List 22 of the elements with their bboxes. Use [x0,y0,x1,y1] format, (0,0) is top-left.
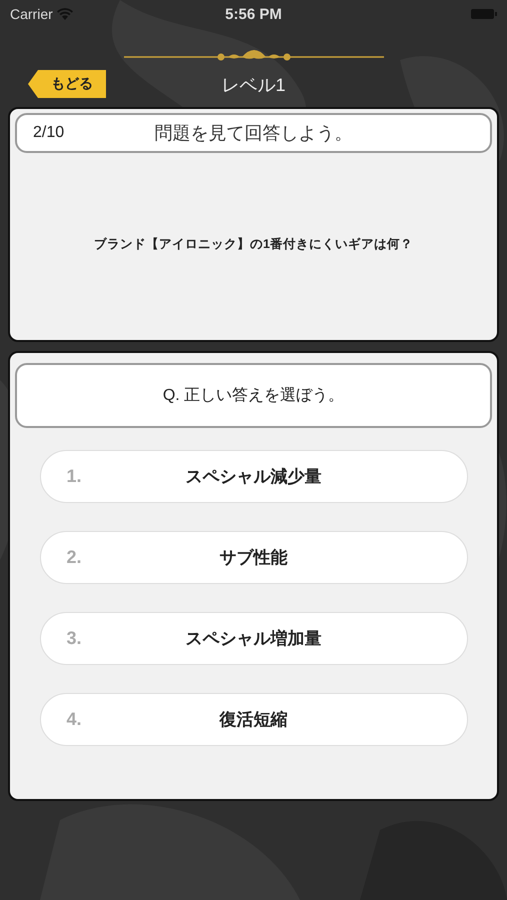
option-number: 1. [66,466,82,487]
progress-counter: 2/10 [33,124,64,142]
option-number: 2. [66,547,82,568]
option-label: スペシャル増加量 [186,628,322,650]
carrier-label: Carrier [10,6,53,22]
battery-icon [470,9,497,19]
instruction-text: 問題を見て回答しよう。 [154,122,352,145]
status-time: 5:56 PM [225,6,282,22]
option-number: 3. [66,628,82,649]
back-button[interactable]: もどる [28,70,106,98]
answer-option[interactable]: 2. サブ性能 [40,531,468,584]
option-label: スペシャル減少量 [186,466,322,488]
answer-option[interactable]: 1. スペシャル減少量 [40,450,468,503]
question-text: ブランド【アイロニック】の1番付きにくいギアは何？ [94,236,413,253]
wifi-icon [56,8,73,20]
answer-option[interactable]: 4. 復活短縮 [40,693,468,746]
level-title: レベル1 [221,74,286,97]
option-label: サブ性能 [220,547,288,569]
option-number: 4. [66,709,82,730]
answer-option[interactable]: 3. スペシャル増加量 [40,612,468,665]
option-label: 復活短縮 [220,709,288,731]
prompt-text: Q. 正しい答えを選ぼう。 [162,386,344,406]
